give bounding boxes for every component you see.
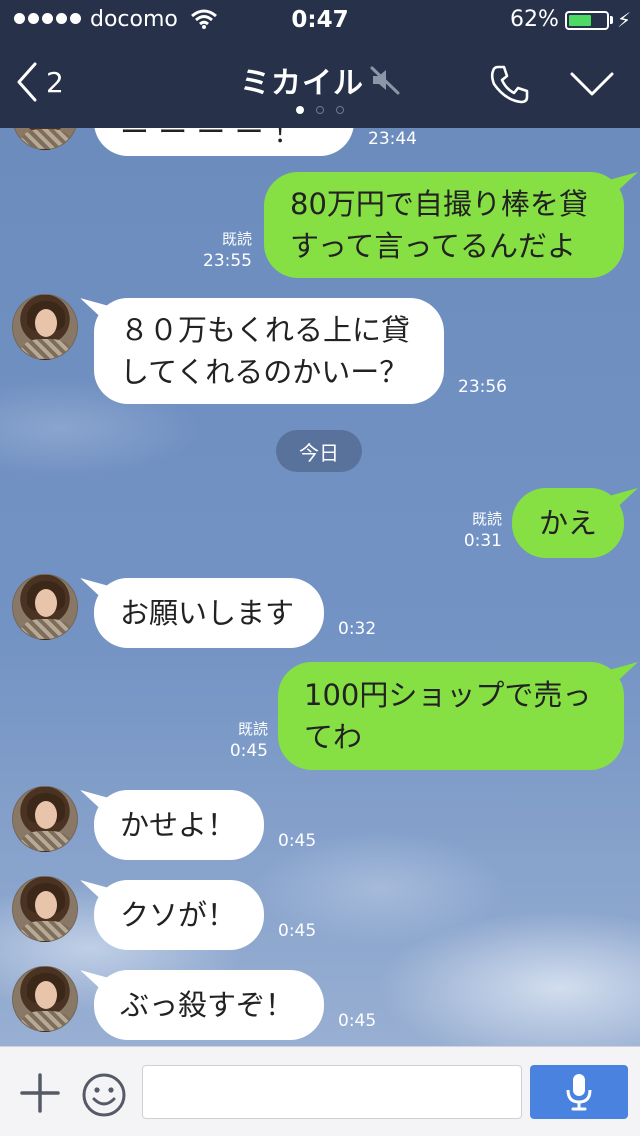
read-receipt: 既読 xyxy=(237,720,268,738)
phone-icon xyxy=(490,65,529,104)
avatar[interactable] xyxy=(12,128,78,150)
message-time: 0:31 xyxy=(463,531,502,551)
voice-message-button[interactable] xyxy=(530,1065,628,1119)
message-bubble-incoming[interactable]: お願いします xyxy=(80,578,324,648)
message-bubble-incoming[interactable]: クソが！ xyxy=(80,880,264,950)
microphone-icon xyxy=(566,1074,592,1111)
message-text: かえ xyxy=(538,506,597,540)
message-meta: 既読 0:45 xyxy=(196,718,268,762)
message-input[interactable] xyxy=(142,1065,522,1119)
chat-title: ミカイル xyxy=(240,66,364,101)
chat-title-group[interactable]: ミカイル xyxy=(0,58,640,102)
message-text: ー ー ー ー ！ xyxy=(120,128,302,149)
message-bubble-outgoing[interactable]: 100円ショップで売っ てわ xyxy=(278,662,638,770)
message-bubble-outgoing[interactable]: かえ xyxy=(512,488,638,558)
read-receipt: 既読 xyxy=(471,510,502,528)
avatar[interactable] xyxy=(12,294,78,360)
message-bubble-incoming[interactable]: かせよ！ xyxy=(80,790,264,860)
message-time: 23:56 xyxy=(458,377,507,397)
message-bubble-incoming[interactable]: ８０万もくれる上に貸 してくれるのかいー？ xyxy=(80,298,444,404)
message-bubble-incoming[interactable]: ぶっ殺すぞ！ xyxy=(80,970,324,1040)
chat-area[interactable]: ー ー ー ー ！ 23:44 80万円で自撮り棒を貸 すって言ってるんだよ 既… xyxy=(0,128,640,1046)
message-input-bar xyxy=(0,1046,640,1136)
status-bar: docomo 0:47 62% ⚡ xyxy=(0,0,640,40)
page-dot-active xyxy=(296,106,304,114)
avatar[interactable] xyxy=(12,786,78,852)
message-time: 23:44 xyxy=(368,129,417,149)
attach-button[interactable] xyxy=(18,1071,62,1115)
speaker-muted-icon xyxy=(370,66,400,95)
menu-button[interactable] xyxy=(568,66,616,102)
message-time: 0:45 xyxy=(278,831,317,851)
message-text: クソが！ xyxy=(120,898,237,932)
message-line: てわ xyxy=(304,720,363,754)
read-receipt: 既読 xyxy=(221,230,252,248)
chevron-down-icon xyxy=(570,72,614,96)
emoji-button[interactable] xyxy=(80,1071,128,1119)
message-meta: 既読 23:55 xyxy=(180,228,252,272)
date-separator: 今日 xyxy=(276,430,362,472)
message-time: 0:45 xyxy=(278,921,317,941)
message-line: してくれるのかいー？ xyxy=(120,355,409,389)
message-text: お願いします xyxy=(120,596,295,630)
page-indicator xyxy=(0,106,640,114)
message-line: 80万円で自撮り棒を貸 xyxy=(290,187,588,221)
battery-percent: 62% xyxy=(510,7,559,32)
message-line: すって言ってるんだよ xyxy=(290,229,576,263)
chat-header: docomo 0:47 62% ⚡ 2 ミカイル xyxy=(0,0,640,128)
battery-level xyxy=(569,15,591,26)
message-time: 23:55 xyxy=(203,251,252,271)
message-time: 0:32 xyxy=(338,619,377,639)
charging-icon: ⚡ xyxy=(617,8,632,32)
plus-icon xyxy=(20,1073,60,1113)
battery-tip xyxy=(610,16,613,24)
battery-icon xyxy=(565,11,609,30)
page-dot xyxy=(336,106,344,114)
avatar[interactable] xyxy=(12,876,78,942)
message-meta: 既読 0:31 xyxy=(430,508,502,552)
call-button[interactable] xyxy=(488,62,532,106)
message-line: 100円ショップで売っ xyxy=(304,678,592,712)
message-line: ８０万もくれる上に貸 xyxy=(120,313,411,347)
emoji-icon xyxy=(82,1073,126,1117)
avatar[interactable] xyxy=(12,966,78,1032)
message-text: かせよ！ xyxy=(120,808,237,842)
message-time: 0:45 xyxy=(338,1011,377,1031)
message-bubble-outgoing[interactable]: 80万円で自撮り棒を貸 すって言ってるんだよ xyxy=(264,172,638,278)
avatar[interactable] xyxy=(12,574,78,640)
message-time: 0:45 xyxy=(229,741,268,761)
nav-bar: 2 ミカイル xyxy=(0,40,640,128)
page-dot xyxy=(316,106,324,114)
message-bubble-incoming[interactable]: ー ー ー ー ！ xyxy=(94,128,354,156)
message-text: ぶっ殺すぞ！ xyxy=(120,988,295,1022)
